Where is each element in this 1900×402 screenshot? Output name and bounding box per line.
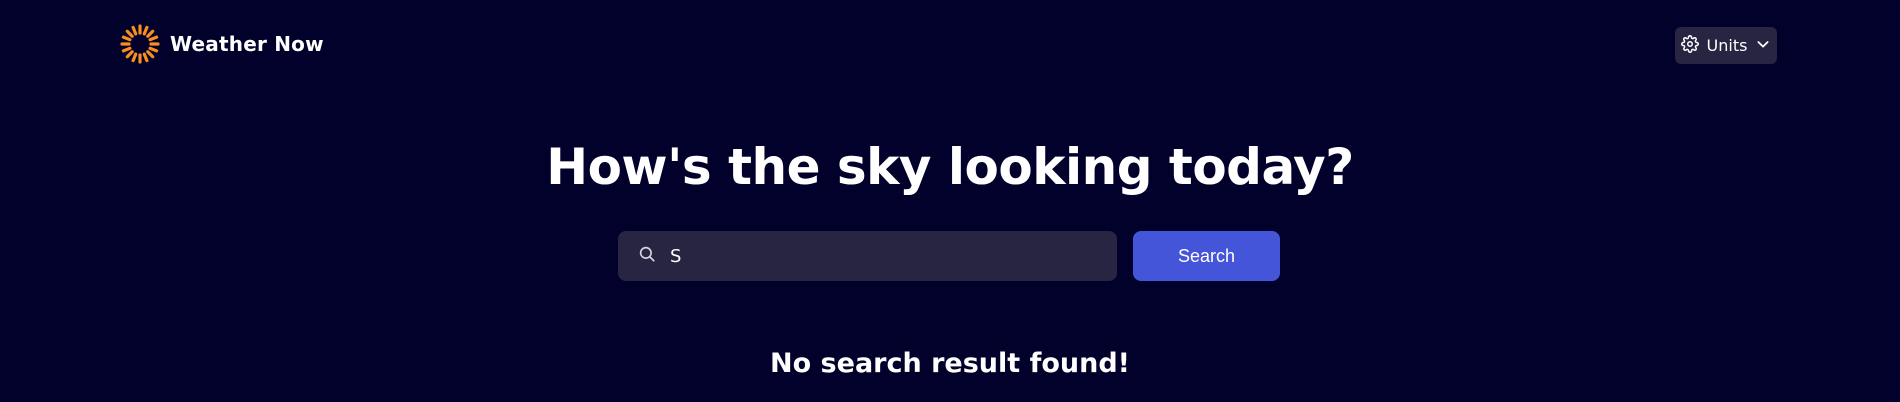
chevron-down-icon: [1755, 36, 1771, 56]
search-field[interactable]: [618, 231, 1117, 281]
search-input[interactable]: [670, 245, 1090, 267]
app-header: Weather Now Units: [0, 0, 1900, 90]
units-dropdown-button[interactable]: Units: [1675, 27, 1777, 64]
search-button[interactable]: Search: [1133, 231, 1280, 281]
no-result-message: No search result found!: [770, 348, 1130, 379]
search-icon: [638, 245, 656, 267]
app-logo[interactable]: Weather Now: [120, 24, 324, 64]
page-headline: How's the sky looking today?: [546, 138, 1354, 196]
gear-icon: [1680, 34, 1699, 57]
sun-icon: [120, 24, 160, 64]
weather-app: Weather Now Units How's the sky looking …: [0, 0, 1900, 402]
app-name: Weather Now: [170, 32, 324, 56]
units-label: Units: [1706, 36, 1748, 55]
